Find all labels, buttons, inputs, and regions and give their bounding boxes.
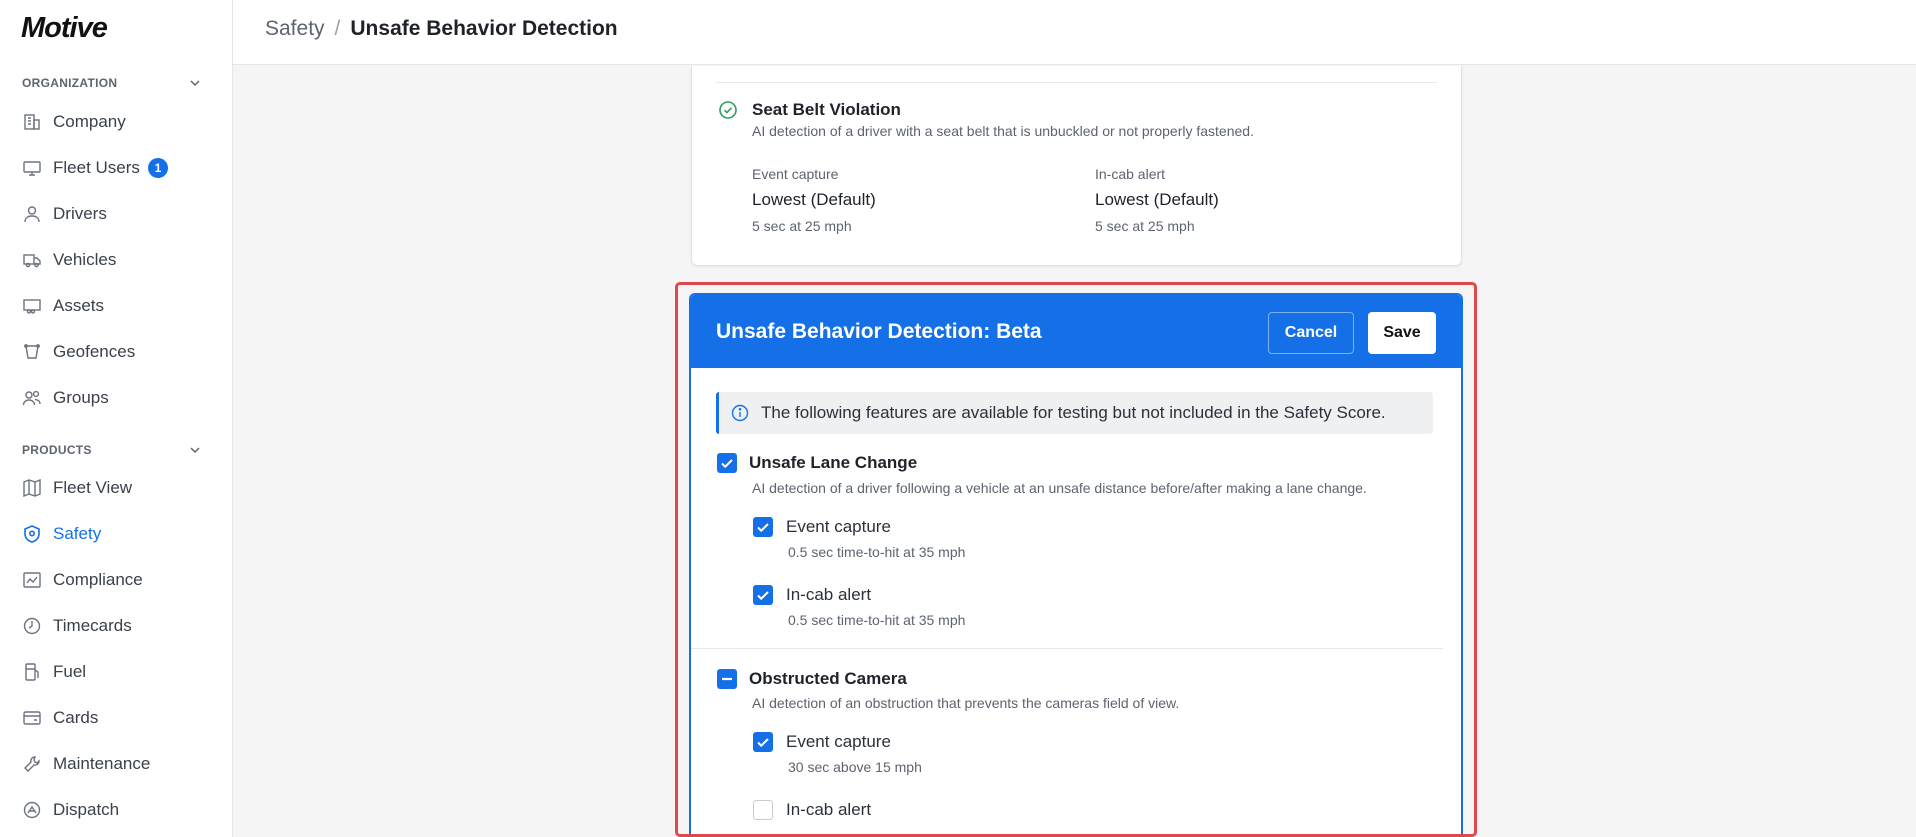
sidebar-item-company[interactable]: Company <box>22 107 222 137</box>
card-icon <box>23 711 41 725</box>
sidebar-item-label: Assets <box>53 296 105 315</box>
products-heading: PRODUCTS <box>22 443 92 457</box>
in-cab-alert-column: In-cab alert Lowest (Default) 5 sec at 2… <box>1095 166 1219 234</box>
seat-belt-title: Seat Belt Violation <box>752 100 901 119</box>
map-icon <box>23 478 41 498</box>
users-icon <box>22 390 41 406</box>
sidebar-item-label: Vehicles <box>53 250 117 269</box>
check-circle-icon <box>719 101 737 119</box>
monitor-icon <box>23 161 41 176</box>
sidebar-item-label: Cards <box>53 708 99 727</box>
sidebar-item-label: Fleet View <box>53 478 133 497</box>
sidebar-item-label: Drivers <box>53 204 107 223</box>
geofence-icon <box>24 344 40 359</box>
in-cab-alert-threshold: 5 sec at 25 mph <box>1095 218 1195 234</box>
sidebar-item-geofences[interactable]: Geofences <box>22 337 222 367</box>
sidebar-item-label: Timecards <box>53 616 132 635</box>
top-bar: Safety / Unsafe Behavior Detection <box>233 0 1916 65</box>
divider <box>716 82 1437 83</box>
sidebar-item-label: Fuel <box>53 662 87 681</box>
sidebar-item-dispatch[interactable]: Dispatch <box>22 795 222 825</box>
sidebar-item-fleet-view[interactable]: Fleet View <box>22 473 222 503</box>
seat-belt-description: AI detection of a driver with a seat bel… <box>752 123 1254 139</box>
chevron-down-icon <box>190 80 200 87</box>
sidebar-item-label: Compliance <box>53 570 143 589</box>
sidebar-item-safety[interactable]: Safety <box>22 519 222 549</box>
sidebar-item-timecards[interactable]: Timecards <box>22 611 222 641</box>
wrench-icon <box>24 756 40 772</box>
highlight-outline <box>675 282 1477 837</box>
sidebar-item-label: Geofences <box>53 342 136 361</box>
event-capture-column: Event capture Lowest (Default) 5 sec at … <box>752 166 876 234</box>
breadcrumb-parent[interactable]: Safety <box>265 17 325 41</box>
sidebar-item-label: Maintenance <box>53 754 151 773</box>
sidebar: Motive ORGANIZATION Company Fleet Users … <box>0 0 233 837</box>
breadcrumb: Safety / Unsafe Behavior Detection <box>265 17 618 41</box>
clock-icon <box>23 617 41 635</box>
dispatch-icon <box>23 801 41 819</box>
sidebar-item-label: Groups <box>53 388 109 407</box>
breadcrumb-separator: / <box>334 17 341 40</box>
user-icon <box>24 206 40 223</box>
sidebar-item-drivers[interactable]: Drivers <box>22 199 222 229</box>
shield-icon <box>24 525 40 543</box>
sidebar-item-fuel[interactable]: Fuel <box>22 657 222 687</box>
event-capture-value: Lowest (Default) <box>752 190 876 209</box>
event-capture-threshold: 5 sec at 25 mph <box>752 218 852 234</box>
sidebar-item-label: Dispatch <box>53 800 120 819</box>
in-cab-alert-label: In-cab alert <box>1095 166 1166 182</box>
organization-heading: ORGANIZATION <box>22 76 118 90</box>
compliance-icon <box>23 572 41 588</box>
sidebar-item-cards[interactable]: Cards <box>22 703 222 733</box>
building-icon <box>24 114 40 130</box>
page-title: Unsafe Behavior Detection <box>350 17 618 40</box>
trailer-icon <box>23 299 41 314</box>
products-section-toggle[interactable]: PRODUCTS <box>22 443 202 457</box>
chevron-down-icon <box>190 447 200 454</box>
event-capture-label: Event capture <box>752 166 839 182</box>
seat-belt-card: Seat Belt Violation AI detection of a dr… <box>691 66 1462 266</box>
organization-section-toggle[interactable]: ORGANIZATION <box>22 76 202 90</box>
sidebar-item-label: Safety <box>53 524 102 543</box>
motive-logo[interactable]: Motive <box>21 12 108 45</box>
sidebar-item-maintenance[interactable]: Maintenance <box>22 749 222 779</box>
sidebar-item-assets[interactable]: Assets <box>22 291 222 321</box>
sidebar-item-label: Company <box>53 112 126 131</box>
sidebar-item-fleet-users[interactable]: Fleet Users 1 <box>22 153 222 183</box>
notification-badge: 1 <box>147 158 168 178</box>
fuel-icon <box>25 663 39 681</box>
truck-icon <box>23 254 41 268</box>
in-cab-alert-value: Lowest (Default) <box>1095 190 1219 209</box>
sidebar-item-vehicles[interactable]: Vehicles <box>22 245 222 275</box>
sidebar-item-groups[interactable]: Groups <box>22 383 222 413</box>
sidebar-item-label: Fleet Users <box>53 158 140 177</box>
sidebar-item-compliance[interactable]: Compliance <box>22 565 222 595</box>
